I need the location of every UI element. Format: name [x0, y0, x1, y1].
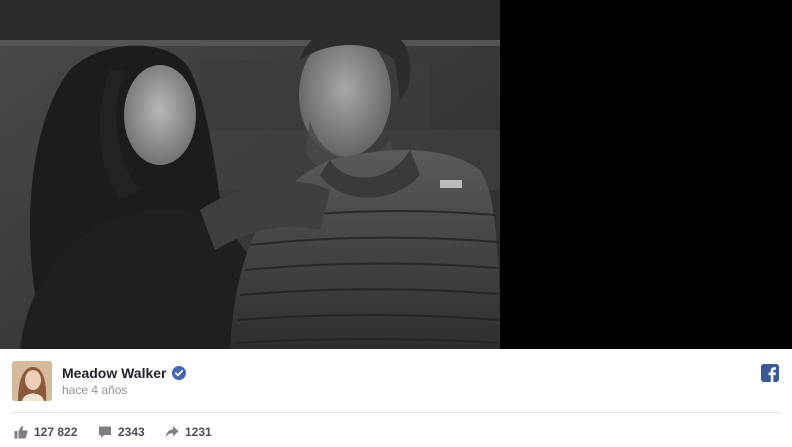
thumbs-up-icon	[14, 425, 28, 439]
stats-divider	[12, 412, 780, 413]
comments-count: 2343	[118, 425, 145, 439]
comment-bubble-icon	[98, 425, 112, 439]
shares-stat[interactable]: 1231	[165, 424, 212, 440]
post-media[interactable]	[0, 0, 792, 349]
comments-stat[interactable]: 2343	[98, 424, 145, 440]
share-arrow-icon	[165, 425, 179, 439]
facebook-post-embed: Meadow Walker hace 4 años 127 822 2343 1…	[0, 0, 792, 447]
facebook-logo-icon[interactable]	[761, 364, 779, 382]
post-photo[interactable]	[0, 0, 500, 349]
post-header: Meadow Walker hace 4 años	[0, 349, 792, 413]
post-timestamp[interactable]: hace 4 años	[62, 383, 127, 397]
shares-count: 1231	[185, 425, 212, 439]
post-stats: 127 822 2343 1231	[0, 420, 792, 447]
author-name[interactable]: Meadow Walker	[62, 365, 167, 381]
likes-stat[interactable]: 127 822	[14, 424, 77, 440]
verified-badge-icon	[172, 366, 186, 380]
author-avatar[interactable]	[12, 361, 52, 401]
likes-count: 127 822	[34, 425, 78, 439]
